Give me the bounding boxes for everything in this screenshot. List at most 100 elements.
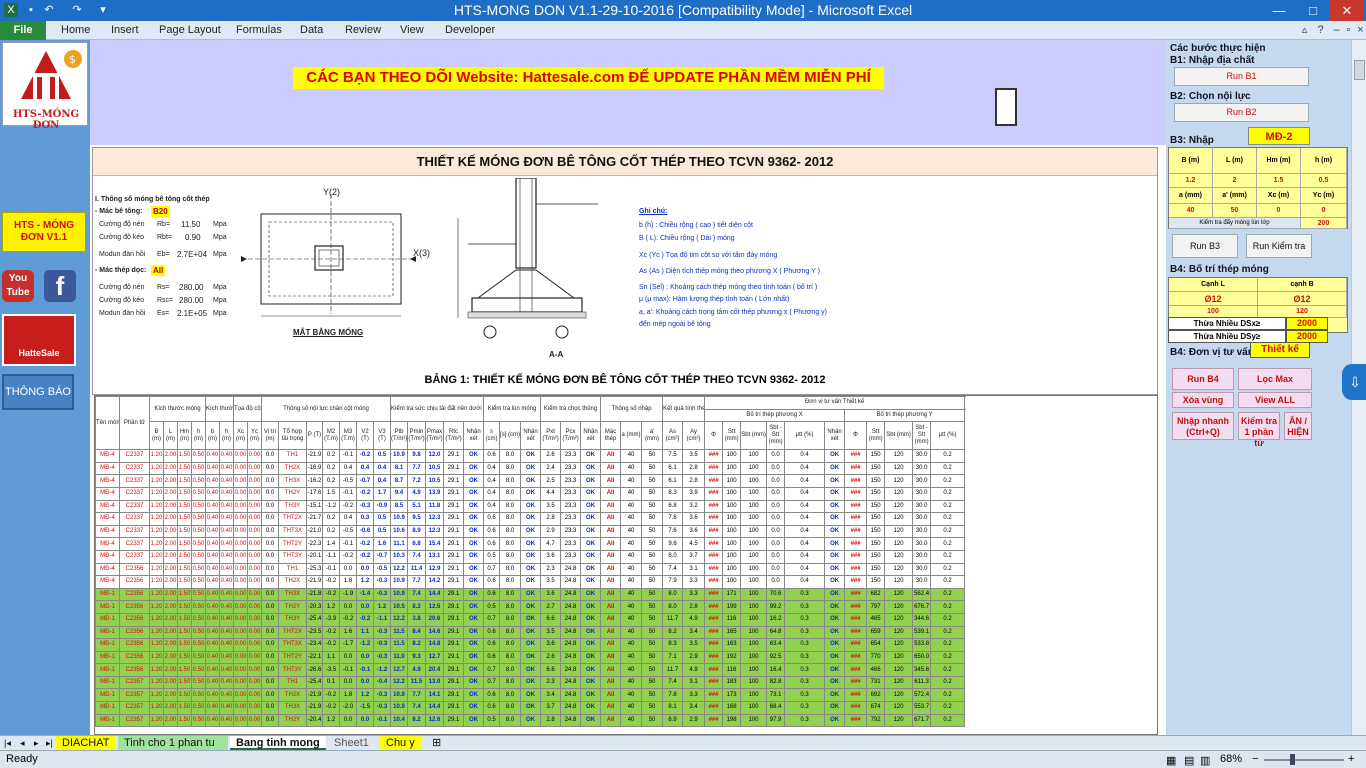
table-cell: -0.1 xyxy=(339,449,358,463)
table-row[interactable]: MĐ-1 C2356 1.20 2.00 1.50 0.50 0.40 0.40 0.00 0.0… xyxy=(95,650,966,665)
tab-formulas[interactable]: Formulas xyxy=(236,24,282,36)
file-tab[interactable]: File xyxy=(0,21,46,40)
table-row[interactable]: MĐ-4 C2337 1.20 2.00 1.50 0.50 0.40 0.40 0.00 0.0… xyxy=(95,486,966,501)
zoom-out-icon[interactable]: − xyxy=(1252,753,1258,765)
thua-x-value[interactable]: 2000 xyxy=(1286,317,1328,330)
table-row[interactable]: MĐ-4 C2337 1.20 2.00 1.50 0.50 0.40 0.40 0.00 0.0… xyxy=(95,524,966,539)
table-row[interactable]: MĐ-4 C2356 1.20 2.00 1.50 0.50 0.40 0.40 0.00 0.0… xyxy=(95,562,966,577)
sheet-tab-diachat[interactable]: DIACHAT xyxy=(56,736,116,750)
phi-l-value[interactable]: Ø12 xyxy=(1169,292,1258,306)
grid-v-a2[interactable]: 50 xyxy=(1213,204,1257,218)
normal-view-icon[interactable]: ▦ xyxy=(1166,754,1176,767)
run-b1-button[interactable]: Run B1 xyxy=(1174,67,1309,86)
zoom-slider[interactable] xyxy=(1264,759,1344,761)
sheet-nav-next-icon[interactable]: ▸ xyxy=(32,736,41,750)
tab-insert[interactable]: Insert xyxy=(111,24,139,36)
tab-developer[interactable]: Developer xyxy=(445,24,495,36)
view-all-button[interactable]: View ALL xyxy=(1238,392,1312,408)
sheet-tab-bang-tinh-mong[interactable]: Bang tinh mong xyxy=(230,736,326,750)
table-cell: 0.2 xyxy=(930,638,966,652)
insert-sheet-icon[interactable]: ⊞ xyxy=(426,736,447,750)
table-cell: 11.4 xyxy=(407,562,427,577)
mong-don-id[interactable]: MĐ-2 xyxy=(1248,127,1310,145)
facebook-icon[interactable]: f xyxy=(44,270,76,302)
run-b2-button[interactable]: Run B2 xyxy=(1174,103,1309,122)
table-cell: ### xyxy=(704,701,724,715)
collapse-ribbon-icon[interactable]: ▵ xyxy=(1298,24,1311,37)
table-row[interactable]: MĐ-1 C2356 1.20 2.00 1.50 0.50 0.40 0.40 0.00 0.0… xyxy=(95,612,966,627)
table-row[interactable]: MĐ-1 C2357 1.20 2.00 1.50 0.50 0.40 0.40 0.00 0.0… xyxy=(95,675,966,690)
page-layout-view-icon[interactable]: ▤ xyxy=(1184,754,1194,767)
grid-v-hm[interactable]: 1.5 xyxy=(1257,174,1301,188)
grid-v-b[interactable]: 1.2 xyxy=(1169,174,1213,188)
hts-mong-don-button[interactable]: HTS - MÓNG ĐƠN V1.1 xyxy=(2,212,86,252)
help-icon[interactable]: ? xyxy=(1314,24,1327,37)
table-cell: -0.1 xyxy=(339,663,358,677)
sheet-tab-tinh-cho-1-phan-tu[interactable]: Tinh cho 1 phan tu xyxy=(118,736,228,750)
run-b4-button[interactable]: Run B4 xyxy=(1172,368,1234,390)
grid-v-yc[interactable]: 0 xyxy=(1301,204,1347,218)
scrollbar-thumb[interactable] xyxy=(1354,60,1365,80)
sheet-nav-prev-icon[interactable]: ◂ xyxy=(18,736,27,750)
grid-v-h[interactable]: 0.5 xyxy=(1301,174,1347,188)
zoom-slider-thumb[interactable] xyxy=(1290,754,1295,765)
table-row[interactable]: MĐ-1 C2356 1.20 2.00 1.50 0.50 0.40 0.40 0.00 0.0… xyxy=(95,638,966,652)
grid-v-a[interactable]: 40 xyxy=(1169,204,1213,218)
phi-b-value[interactable]: Ø12 xyxy=(1258,292,1347,306)
concrete-grade[interactable]: B20 xyxy=(151,206,170,217)
table-row[interactable]: MĐ-1 C2356 1.20 2.00 1.50 0.50 0.40 0.40 0.00 0.0… xyxy=(95,600,966,614)
run-b3-button[interactable]: Run B3 xyxy=(1172,234,1238,258)
tab-page-layout[interactable]: Page Layout xyxy=(159,24,221,36)
table-cell: 68.4 xyxy=(766,701,786,715)
maximize-button[interactable]: □ xyxy=(1296,0,1330,21)
check-value[interactable]: 200 xyxy=(1301,218,1347,229)
hattesale-button[interactable]: HatteSale xyxy=(2,314,76,366)
table-row[interactable]: MĐ-4 C2337 1.20 2.00 1.50 0.50 0.40 0.40 0.00 0.0… xyxy=(95,449,966,463)
thong-bao-button[interactable]: THÔNG BÁO xyxy=(2,374,74,410)
table-cell: ### xyxy=(704,688,724,703)
page-break-view-icon[interactable]: ▥ xyxy=(1200,754,1210,767)
table-row[interactable]: MĐ-4 C2337 1.20 2.00 1.50 0.50 0.40 0.40 0.00 0.0… xyxy=(95,499,966,514)
sheet-tab-chu-y[interactable]: Chu y xyxy=(380,736,421,750)
table-row[interactable]: MĐ-1 C2357 1.20 2.00 1.50 0.50 0.40 0.40 0.00 0.0… xyxy=(95,688,966,703)
table-cell: 23.3 xyxy=(560,512,582,526)
grid-v-xc[interactable]: 0 xyxy=(1257,204,1301,218)
tab-view[interactable]: View xyxy=(400,24,424,36)
table-row[interactable]: MĐ-4 C2337 1.20 2.00 1.50 0.50 0.40 0.40 0.00 0.0… xyxy=(95,549,966,564)
youtube-icon[interactable]: You Tube xyxy=(2,270,34,302)
floating-download-icon[interactable]: ⇩ xyxy=(1342,364,1366,400)
xoa-vung-button[interactable]: Xóa vùng xyxy=(1172,392,1234,408)
table-row[interactable]: MĐ-1 C2357 1.20 2.00 1.50 0.50 0.40 0.40 0.00 0.0… xyxy=(95,713,966,728)
table-row[interactable]: MĐ-4 C2337 1.20 2.00 1.50 0.50 0.40 0.40 0.00 0.0… xyxy=(95,537,966,551)
tab-home[interactable]: Home xyxy=(61,24,90,36)
window-close-icon[interactable]: × xyxy=(1354,24,1366,37)
run-check-button[interactable]: Run Kiểm tra xyxy=(1246,234,1312,258)
table-row[interactable]: MĐ-1 C2356 1.20 2.00 1.50 0.50 0.40 0.40 0.00 0.0… xyxy=(95,625,966,640)
table-row[interactable]: MĐ-4 C2337 1.20 2.00 1.50 0.50 0.40 0.40 0.00 0.0… xyxy=(95,512,966,526)
table-row[interactable]: MĐ-1 C2356 1.20 2.00 1.50 0.50 0.40 0.40 0.00 0.0… xyxy=(95,587,966,602)
table-cell: 8.2 xyxy=(407,600,427,614)
loc-max-button[interactable]: Lọc Max xyxy=(1238,368,1312,390)
close-button[interactable]: ✕ xyxy=(1330,0,1364,21)
grid-v-l[interactable]: 2 xyxy=(1213,174,1257,188)
table-cell: 97.9 xyxy=(766,713,786,728)
kiem-tra-1-button[interactable]: Kiểm tra 1 phần tử xyxy=(1238,412,1280,448)
table-row[interactable]: MĐ-4 C2356 1.20 2.00 1.50 0.50 0.40 0.40 0.00 0.0… xyxy=(95,575,966,589)
nhap-nhanh-button[interactable]: Nhập nhanh (Ctrl+Q) xyxy=(1172,412,1234,440)
thiet-ke-value[interactable]: Thiết kế xyxy=(1250,342,1310,358)
sheet-nav-first-icon[interactable]: |◂ xyxy=(2,736,13,750)
table-row[interactable]: MĐ-4 C2337 1.20 2.00 1.50 0.50 0.40 0.40 0.00 0.0… xyxy=(95,474,966,488)
zoom-in-icon[interactable]: + xyxy=(1348,753,1354,765)
table-row[interactable]: MĐ-4 C2337 1.20 2.00 1.50 0.50 0.40 0.40 0.00 0.0… xyxy=(95,461,966,476)
steel-grade[interactable]: AII xyxy=(151,265,166,276)
table-cell: MĐ-1 xyxy=(95,688,120,703)
sheet-tab-sheet1[interactable]: Sheet1 xyxy=(328,736,375,750)
tab-data[interactable]: Data xyxy=(300,24,323,36)
sheet-nav-last-icon[interactable]: ▸| xyxy=(44,736,55,750)
table-row[interactable]: MĐ-1 C2357 1.20 2.00 1.50 0.50 0.40 0.40 0.00 0.0… xyxy=(95,701,966,715)
table-row[interactable]: MĐ-1 C2356 1.20 2.00 1.50 0.50 0.40 0.40 0.00 0.0… xyxy=(95,663,966,677)
minimize-button[interactable]: — xyxy=(1262,0,1296,21)
zoom-level[interactable]: 68% xyxy=(1220,753,1242,765)
tab-review[interactable]: Review xyxy=(345,24,381,36)
an-hien-button[interactable]: ẨN / HIỆN xyxy=(1284,412,1312,440)
